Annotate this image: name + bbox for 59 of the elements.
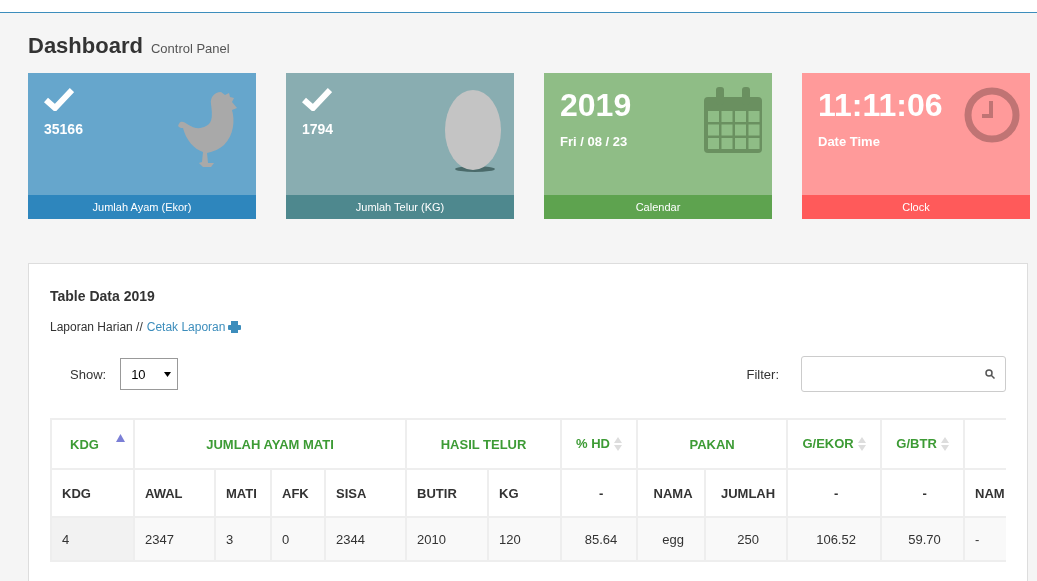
- column-group-header[interactable]: G/EKOR: [787, 419, 882, 469]
- table-cell: 3: [215, 517, 271, 561]
- table-cell: 250: [705, 517, 788, 561]
- card-footer: Calendar: [544, 195, 772, 219]
- column-header: -: [561, 469, 638, 517]
- check-icon: [302, 87, 332, 111]
- card-caption: Date Time: [818, 134, 881, 149]
- column-header: NAM: [964, 469, 1006, 517]
- filter-label: Filter:: [746, 366, 779, 382]
- table-cell: 2010: [406, 517, 489, 561]
- sort-ascending-icon[interactable]: [116, 434, 125, 442]
- table-cell: egg: [637, 517, 706, 561]
- column-header: SISA: [325, 469, 407, 517]
- column-header: KG: [488, 469, 562, 517]
- caret-icon: [164, 371, 172, 377]
- card-caption: Fri / 08 / 23: [560, 134, 629, 149]
- column-header: AFK: [271, 469, 325, 517]
- search-icon: [985, 369, 995, 379]
- sort-icon[interactable]: [940, 436, 949, 453]
- column-header: NAMA: [637, 469, 706, 517]
- table-cell: 2347: [134, 517, 215, 561]
- sort-icon[interactable]: [614, 436, 622, 453]
- column-header: MATI: [215, 469, 271, 517]
- table-cell: 4: [51, 517, 134, 561]
- column-header: -: [881, 469, 965, 517]
- table-cell: 59.70: [881, 517, 965, 561]
- table-cell: 106.52: [787, 517, 882, 561]
- table-cell: 0: [271, 517, 325, 561]
- breadcrumb-text: Laporan Harian //: [50, 320, 143, 334]
- card-footer: Jumlah Ayam (Ekor): [28, 195, 256, 219]
- page-size-select[interactable]: 10: [120, 358, 179, 390]
- panel-title: Table Data 2019: [50, 288, 156, 304]
- calendar-icon: [704, 87, 762, 153]
- table-cell: -: [964, 517, 1006, 561]
- column-header: -: [787, 469, 882, 517]
- egg-icon: [442, 87, 504, 173]
- column-header: KDG: [51, 469, 134, 517]
- card-footer: Clock: [802, 195, 1030, 219]
- page-title: Dashboard: [28, 33, 143, 59]
- column-group-header: JUMLAH AYAM MATI: [134, 419, 407, 469]
- print-report-link[interactable]: Cetak Laporan: [146, 320, 242, 334]
- page-subtitle: Control Panel: [150, 41, 230, 56]
- check-icon: [44, 87, 74, 111]
- table-cell: 120: [488, 517, 562, 561]
- column-group-header[interactable]: KDG: [51, 419, 134, 469]
- clock-icon: [964, 87, 1020, 143]
- column-header: JUMLAH: [705, 469, 788, 517]
- card-value: 11:11:06: [818, 87, 943, 124]
- card-footer: Jumlah Telur (KG): [286, 195, 514, 219]
- sort-icon[interactable]: [857, 436, 866, 453]
- card-value: 35166: [44, 121, 83, 137]
- table-cell: 2344: [325, 517, 407, 561]
- column-header: BUTIR: [406, 469, 489, 517]
- card-value: 1794: [302, 121, 334, 137]
- show-label: Show:: [70, 366, 107, 382]
- table-cell: 85.64: [561, 517, 638, 561]
- column-header: AWAL: [134, 469, 215, 517]
- filter-field[interactable]: [801, 356, 1006, 392]
- card-value: 2019: [560, 87, 632, 124]
